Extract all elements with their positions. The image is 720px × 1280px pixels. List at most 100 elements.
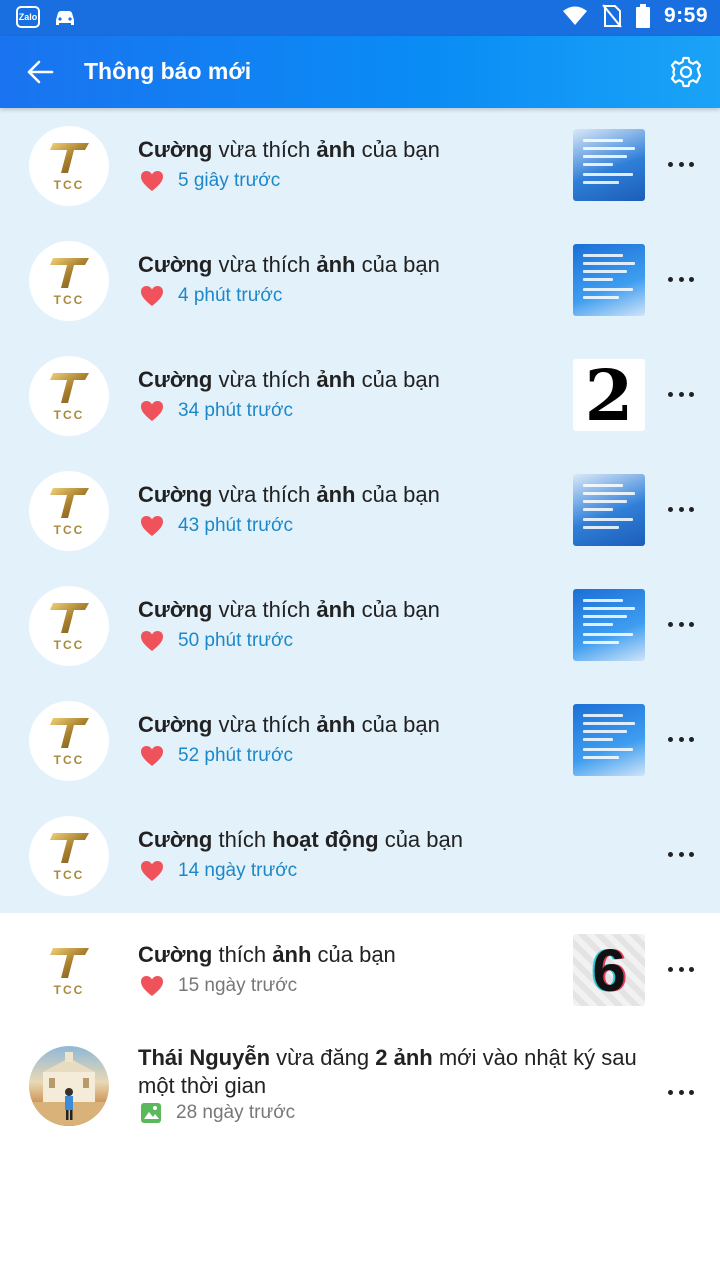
heart-icon [141,286,163,306]
heart-icon [141,976,163,996]
message-verb: vừa đăng [270,1045,376,1070]
avatar[interactable]: TCC [29,816,109,896]
notification-item[interactable]: TCC Cường vừa thích ảnh của bạn 4 phút tr… [0,223,720,338]
message-verb: thích [212,827,273,852]
avatar[interactable]: TCC [29,356,109,436]
heart-icon [141,401,163,421]
photo-thumbnail[interactable] [573,704,645,776]
dot-icon [668,391,673,397]
dot-icon [689,736,694,742]
more-options-button[interactable] [668,844,694,864]
notification-meta: 4 phút trước [140,285,282,307]
battery-icon [635,4,650,28]
notification-message: Cường thích ảnh của bạn [138,941,558,969]
dot-icon [689,621,694,627]
actor-name[interactable]: Cường [138,252,212,277]
photo-thumbnail[interactable]: 6 [573,934,645,1006]
dot-icon [689,1089,694,1095]
tcc-logo-icon [50,717,89,748]
page-title: Thông báo mới [84,58,252,84]
dot-icon [689,851,694,857]
more-options-button[interactable] [668,1082,694,1102]
notification-time: 52 phút trước [178,745,293,766]
avatar[interactable]: TCC [29,471,109,551]
notification-time: 4 phút trước [178,285,283,306]
tcc-logo-icon [50,142,89,173]
message-verb: vừa thích [212,597,317,622]
avatar-logo-text: TCC [53,867,85,882]
avatar-logo-text: TCC [53,982,85,997]
avatar[interactable]: TCC [29,241,109,321]
notification-item[interactable]: TCC Cường vừa thích ảnh của bạn 50 phút t… [0,568,720,683]
avatar[interactable]: TCC [29,701,109,781]
message-verb: vừa thích [212,367,317,392]
dot-icon [668,1089,673,1095]
actor-name[interactable]: Cường [138,482,212,507]
notification-item[interactable]: TCC Cường thích hoạt động của bạn 14 ngày… [0,798,720,913]
message-object: ảnh [316,137,356,162]
dot-icon [678,1089,684,1095]
dot-icon [668,966,673,972]
more-options-button[interactable] [668,154,694,174]
message-tail: của bạn [355,367,440,392]
notification-item[interactable]: TCC Cường thích ảnh của bạn 15 ngày trước… [0,913,720,1028]
dot-icon [678,391,684,397]
avatar[interactable]: TCC [29,126,109,206]
dot-icon [668,621,673,627]
dot-icon [689,506,694,512]
more-options-button[interactable] [668,729,694,749]
notification-item[interactable]: TCC Cường vừa thích ảnh của bạn 5 giây tr… [0,108,720,223]
dot-icon [678,966,684,972]
app-bar: Thông báo mới [0,36,720,108]
photo-thumbnail[interactable] [573,474,645,546]
notification-item[interactable]: TCC Cường vừa thích ảnh của bạn 43 phút t… [0,453,720,568]
tcc-logo-icon [50,832,89,863]
notification-meta: 52 phút trước [140,745,293,767]
avatar-logo-text: TCC [53,752,85,767]
actor-name[interactable]: Cường [138,942,212,967]
more-options-button[interactable] [668,269,694,289]
actor-name[interactable]: Cường [138,827,212,852]
actor-name[interactable]: Cường [138,712,212,737]
avatar[interactable]: TCC [29,931,109,1011]
photo-thumbnail[interactable]: 2 [573,359,645,431]
actor-name[interactable]: Cường [138,367,212,392]
notification-item[interactable]: TCC Cường vừa thích ảnh của bạn 34 phút t… [0,338,720,453]
actor-name[interactable]: Cường [138,137,212,162]
car-icon [56,11,74,25]
dot-icon [689,276,694,282]
notification-message: Thái Nguyễn vừa đăng 2 ảnh mới vào nhật … [138,1044,638,1100]
more-options-button[interactable] [668,959,694,979]
notification-message: Cường vừa thích ảnh của bạn [138,711,558,739]
heart-icon [141,171,163,191]
photo-thumbnail[interactable] [573,244,645,316]
settings-button[interactable] [666,52,706,92]
more-options-button[interactable] [668,384,694,404]
avatar[interactable] [29,1046,109,1126]
arrow-left-icon [27,60,54,84]
notification-meta: 15 ngày trước [140,975,297,997]
more-options-button[interactable] [668,499,694,519]
more-options-button[interactable] [668,614,694,634]
photo-thumbnail[interactable] [573,129,645,201]
photo-thumbnail[interactable] [573,589,645,661]
notification-item[interactable]: Thái Nguyễn vừa đăng 2 ảnh mới vào nhật … [0,1028,720,1158]
actor-name[interactable]: Thái Nguyễn [138,1045,270,1070]
message-verb: vừa thích [212,137,317,162]
notification-message: Cường thích hoạt động của bạn [138,826,558,854]
message-object: ảnh [316,482,356,507]
message-object: hoạt động [272,827,379,852]
dot-icon [678,161,684,167]
dot-icon [678,506,684,512]
message-tail: của bạn [355,252,440,277]
back-button[interactable] [18,52,62,92]
dot-icon [678,851,684,857]
tcc-logo-icon [50,947,89,978]
dot-icon [689,391,694,397]
actor-name[interactable]: Cường [138,597,212,622]
notification-time: 5 giây trước [178,170,281,191]
zalo-notification-icon: Zalo [16,6,40,28]
avatar[interactable]: TCC [29,586,109,666]
notification-item[interactable]: TCC Cường vừa thích ảnh của bạn 52 phút t… [0,683,720,798]
dot-icon [678,276,684,282]
